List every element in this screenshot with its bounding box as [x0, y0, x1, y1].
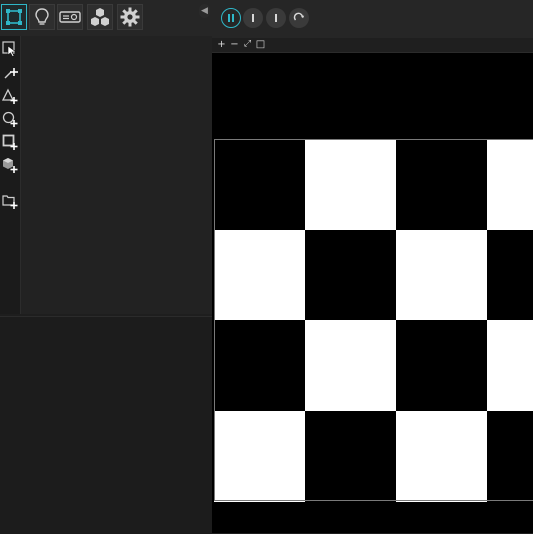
board-square [396, 139, 487, 230]
transform-icon [6, 9, 22, 25]
add-layer-icon [2, 195, 18, 209]
add-circle-button[interactable] [1, 110, 19, 128]
zoom-in-button[interactable]: + [216, 39, 227, 50]
add-rectangle-icon [2, 134, 18, 150]
tool-column [0, 36, 21, 314]
board-square [305, 320, 396, 411]
add-triangle-icon [2, 88, 18, 104]
loop-button[interactable] [289, 8, 309, 28]
frame-button[interactable]: □ [255, 39, 266, 50]
collapse-panel-button[interactable]: ◀ [199, 4, 210, 18]
board-square [396, 320, 487, 411]
add-triangle-button[interactable] [1, 87, 19, 105]
pause-icon [228, 14, 234, 22]
board-square [214, 229, 305, 321]
add-point-button[interactable] [1, 64, 19, 82]
board-square [305, 139, 396, 230]
canvas-viewport[interactable] [212, 53, 533, 533]
add-layer-button[interactable] [1, 192, 19, 210]
lightbulb-icon [35, 8, 49, 25]
board-square [396, 229, 487, 321]
add-cube-icon [3, 158, 18, 173]
cubes-icon [91, 8, 109, 26]
zoom-bar: + − ⤢ □ [212, 38, 533, 53]
board-square [487, 139, 533, 230]
settings-tool-button[interactable] [117, 4, 143, 30]
select-tool-button[interactable] [1, 40, 19, 58]
add-point-icon [4, 68, 18, 79]
board-square [487, 410, 533, 502]
properties-panel [0, 316, 212, 534]
step-forward-button[interactable] [266, 8, 286, 28]
pause-button[interactable] [221, 8, 241, 28]
top-toolbar: ◀ [0, 0, 212, 37]
step-icon [275, 14, 277, 22]
zoom-out-button[interactable]: − [229, 39, 240, 50]
projector-tool-button[interactable] [57, 4, 83, 30]
board-square [214, 139, 305, 230]
select-arrow-icon [2, 41, 17, 57]
loop-icon [293, 12, 305, 21]
left-pane: ◀ [0, 0, 212, 534]
add-circle-icon [2, 111, 18, 127]
chevron-left-icon: ◀ [201, 6, 208, 16]
add-rectangle-button[interactable] [1, 133, 19, 151]
board-square [214, 320, 305, 411]
add-cube-button[interactable] [1, 156, 19, 174]
transform-tool-button[interactable] [1, 4, 27, 30]
checkerboard [214, 139, 533, 502]
objects-tool-button[interactable] [87, 4, 113, 30]
step-icon [252, 14, 254, 22]
board-square [305, 410, 396, 502]
light-tool-button[interactable] [29, 4, 55, 30]
zoom-fit-button[interactable]: ⤢ [242, 39, 253, 50]
gear-icon [120, 7, 140, 27]
board-square [305, 229, 396, 321]
playback-bar [212, 0, 533, 38]
step-back-button[interactable] [243, 8, 263, 28]
board-square [396, 410, 487, 502]
tool-options-panel [21, 36, 212, 314]
projector-icon [59, 11, 81, 23]
board-square [487, 229, 533, 321]
board-square [214, 410, 305, 502]
board-square [487, 320, 533, 411]
